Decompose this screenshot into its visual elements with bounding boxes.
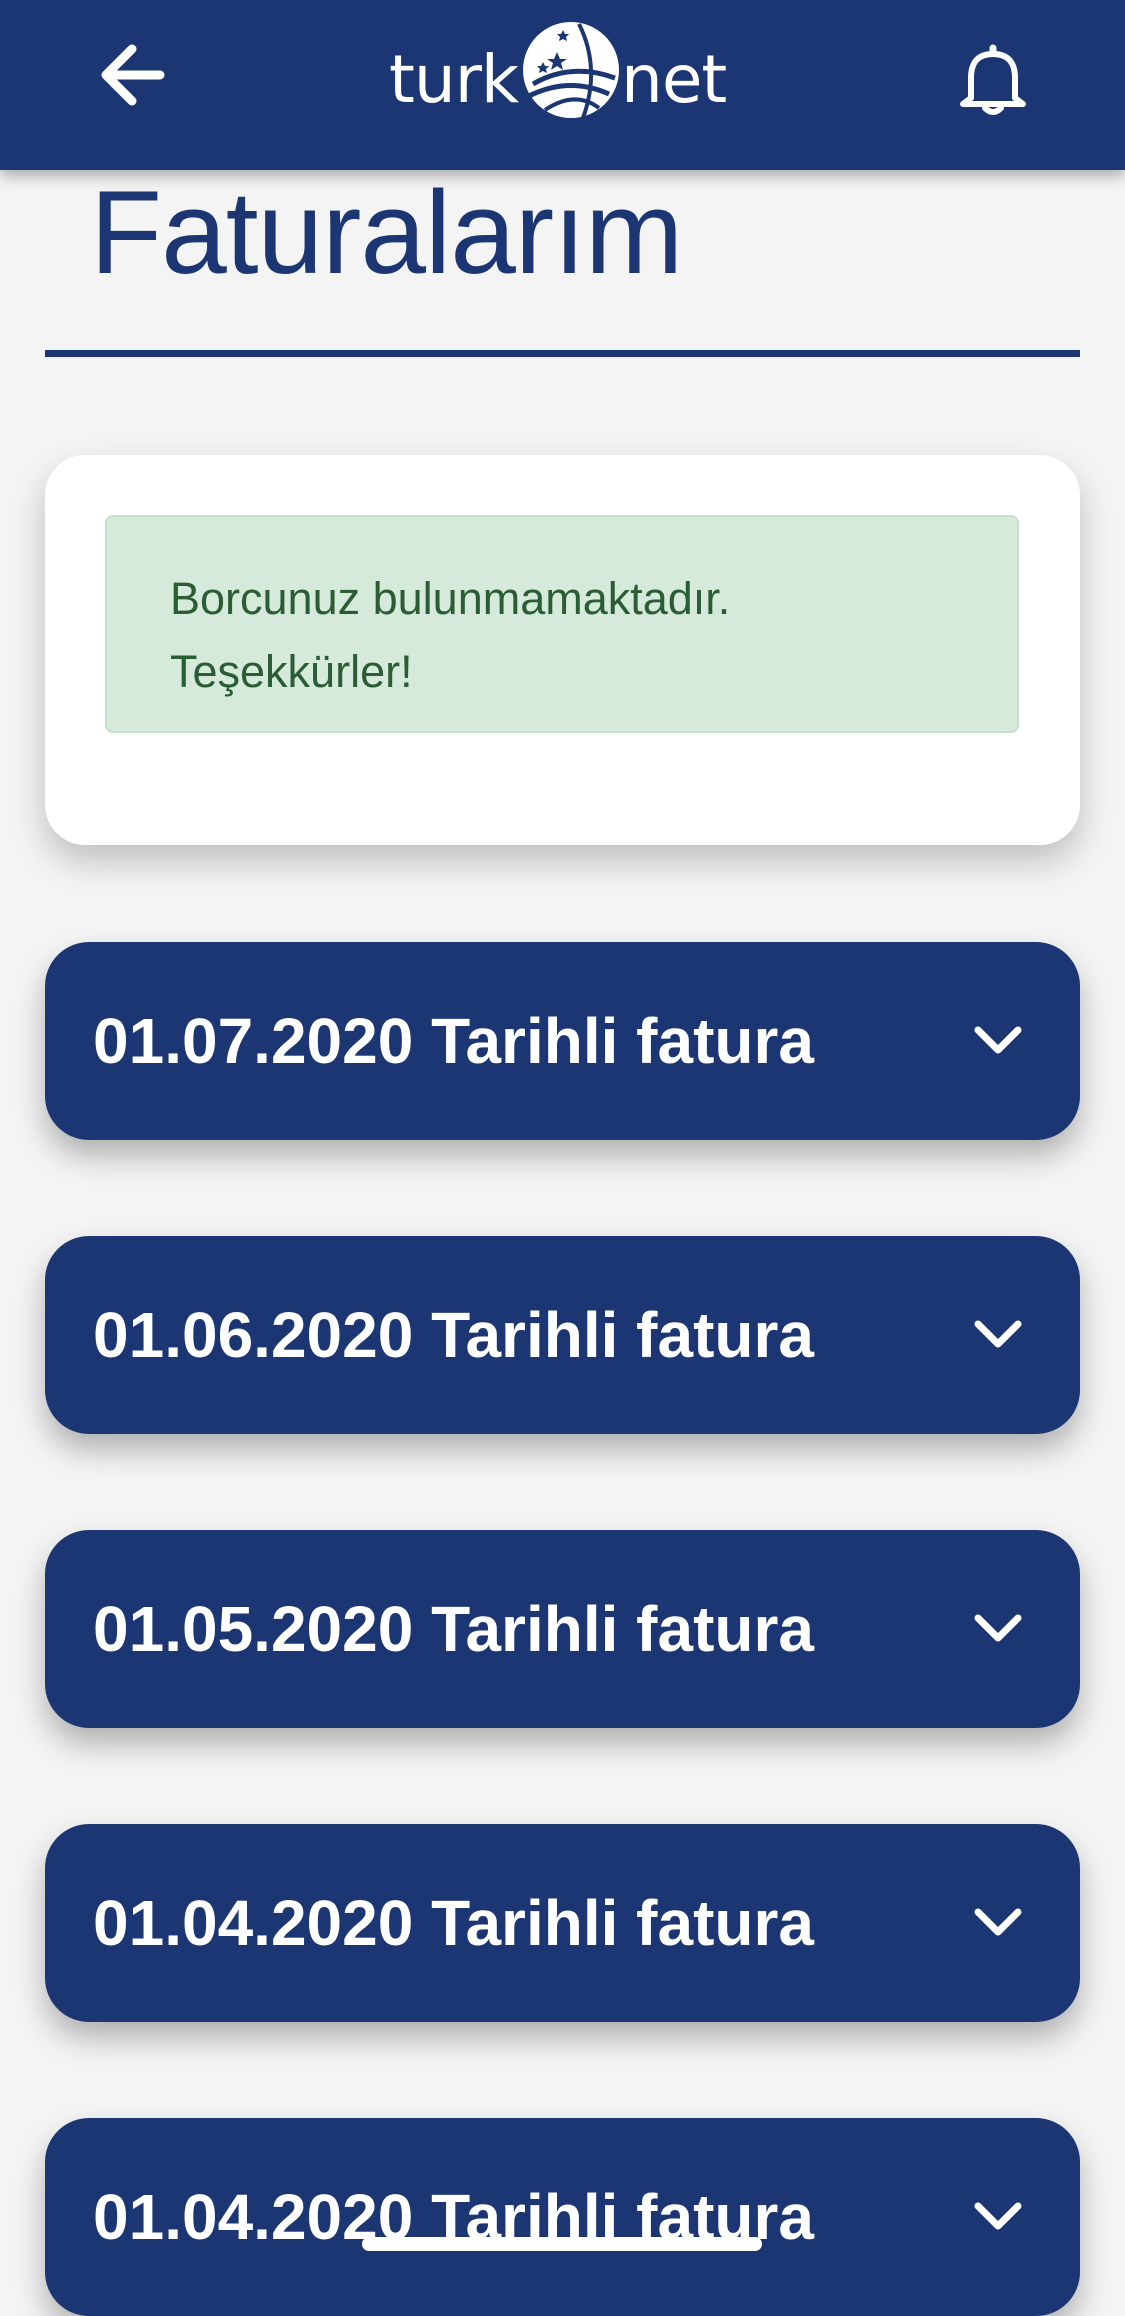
chevron-down-icon [974, 1026, 1022, 1054]
app-header: turk net [0, 0, 1125, 170]
notifications-button[interactable] [938, 24, 1048, 134]
invoice-label: 01.06.2020 Tarihli fatura [93, 1299, 814, 1371]
logo-text-turk: turk [389, 41, 519, 118]
invoice-accordion-item[interactable]: 01.04.2020 Tarihli fatura [45, 2118, 1080, 2316]
globe-logo-icon [523, 22, 619, 119]
back-button[interactable] [78, 30, 188, 120]
logo-text-net: net [621, 41, 727, 118]
alert-message-line-2: Teşekkürler! [170, 646, 413, 697]
home-indicator[interactable] [362, 2237, 762, 2251]
no-debt-alert: Borcunuz bulunmamaktadır. Teşekkürler! [105, 515, 1019, 733]
alert-message-line-1: Borcunuz bulunmamaktadır. [170, 573, 731, 624]
arrow-left-icon [101, 44, 165, 106]
chevron-down-icon [974, 1614, 1022, 1642]
bell-icon [960, 44, 1026, 115]
invoice-label: 01.04.2020 Tarihli fatura [93, 2181, 814, 2253]
chevron-down-icon [974, 1908, 1022, 1936]
invoice-accordion-item[interactable]: 01.06.2020 Tarihli fatura [45, 1236, 1080, 1434]
status-card: Borcunuz bulunmamaktadır. Teşekkürler! [45, 455, 1080, 845]
title-divider [45, 350, 1080, 357]
chevron-down-icon [974, 2202, 1022, 2230]
invoice-accordion-item[interactable]: 01.04.2020 Tarihli fatura [45, 1824, 1080, 2022]
invoice-accordion-item[interactable]: 01.07.2020 Tarihli fatura [45, 942, 1080, 1140]
chevron-down-icon [974, 1320, 1022, 1348]
invoice-label: 01.04.2020 Tarihli fatura [93, 1887, 814, 1959]
page-title: Faturalarım [90, 167, 683, 299]
turknet-logo: turk net [385, 14, 745, 124]
invoice-label: 01.05.2020 Tarihli fatura [93, 1593, 814, 1665]
invoice-label: 01.07.2020 Tarihli fatura [93, 1005, 814, 1077]
invoice-accordion-item[interactable]: 01.05.2020 Tarihli fatura [45, 1530, 1080, 1728]
